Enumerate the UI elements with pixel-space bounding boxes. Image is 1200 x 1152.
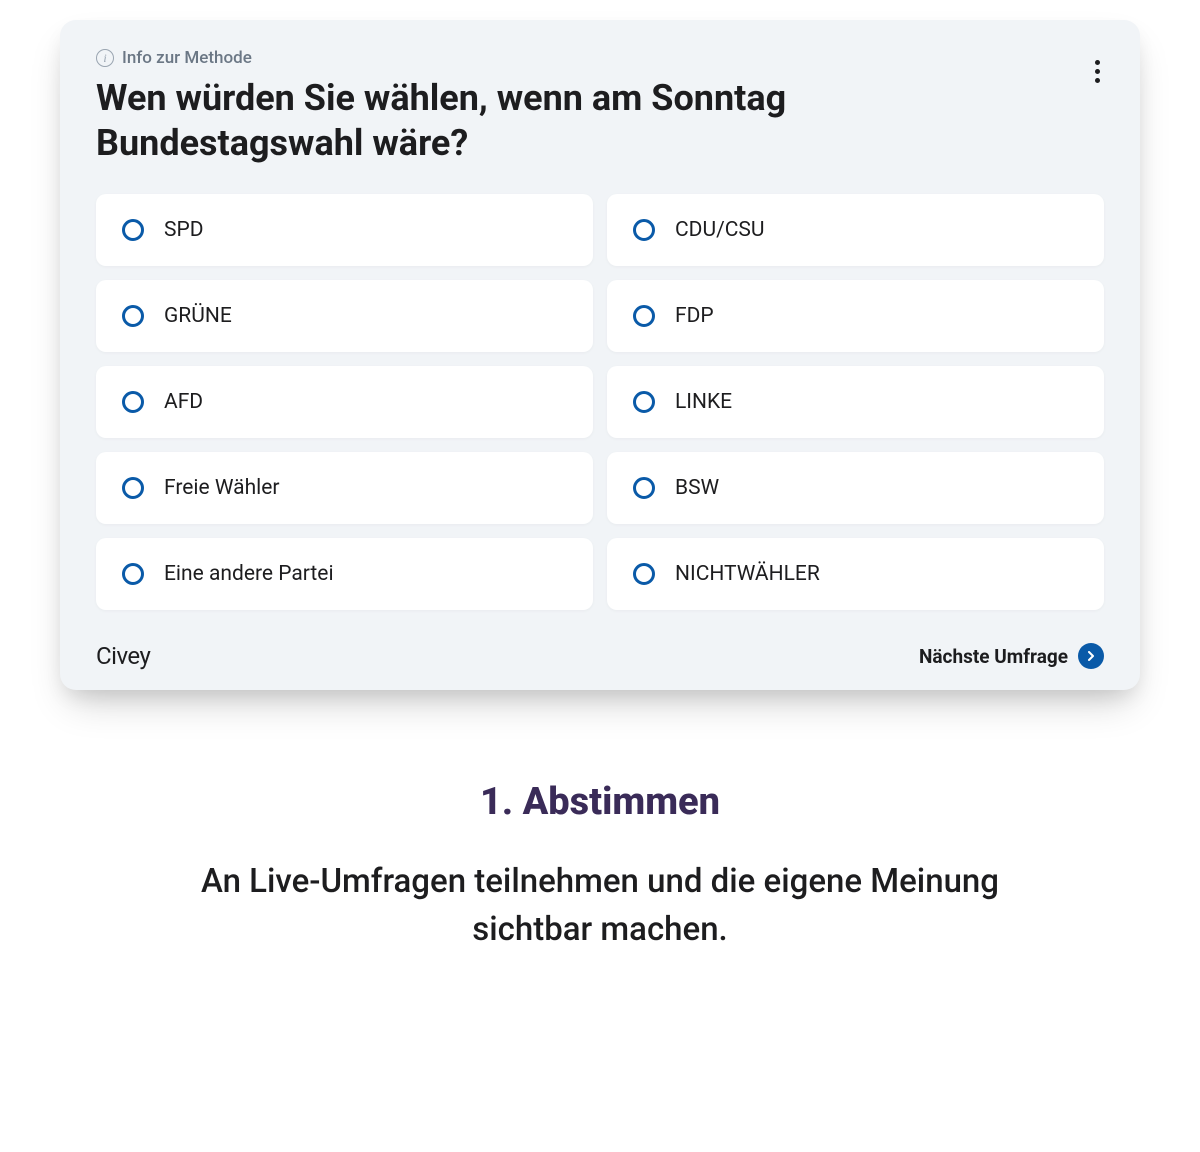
survey-question: Wen würden Sie wählen, wenn am Sonntag B… (96, 76, 1104, 166)
option-cdu-csu[interactable]: CDU/CSU (607, 194, 1104, 266)
brand-logo: Civey (96, 642, 150, 670)
options-grid: SPD CDU/CSU GRÜNE FDP AFD LINKE Freie Wä… (96, 194, 1104, 610)
option-linke[interactable]: LINKE (607, 366, 1104, 438)
option-fdp[interactable]: FDP (607, 280, 1104, 352)
option-bsw[interactable]: BSW (607, 452, 1104, 524)
chevron-right-icon (1078, 643, 1104, 669)
survey-card: i Info zur Methode Wen würden Sie wählen… (60, 20, 1140, 690)
option-label: Eine andere Partei (164, 562, 334, 586)
option-label: LINKE (675, 390, 732, 414)
option-andere-partei[interactable]: Eine andere Partei (96, 538, 593, 610)
radio-icon (633, 305, 655, 327)
radio-icon (122, 391, 144, 413)
card-footer: Civey Nächste Umfrage (96, 634, 1104, 670)
option-label: CDU/CSU (675, 218, 765, 242)
radio-icon (122, 477, 144, 499)
option-label: GRÜNE (164, 304, 232, 328)
option-label: AFD (164, 390, 203, 414)
method-info-link[interactable]: i Info zur Methode (96, 48, 1104, 68)
option-spd[interactable]: SPD (96, 194, 593, 266)
dots-vertical-icon (1095, 60, 1100, 65)
info-label: Info zur Methode (122, 48, 252, 68)
radio-icon (122, 305, 144, 327)
radio-icon (633, 563, 655, 585)
radio-icon (122, 219, 144, 241)
option-label: SPD (164, 218, 204, 242)
radio-icon (633, 391, 655, 413)
info-icon: i (96, 49, 114, 67)
radio-icon (633, 219, 655, 241)
step-heading: 1. Abstimmen (60, 780, 1140, 824)
option-gruene[interactable]: GRÜNE (96, 280, 593, 352)
option-label: FDP (675, 304, 714, 328)
option-freie-waehler[interactable]: Freie Wähler (96, 452, 593, 524)
next-label: Nächste Umfrage (919, 645, 1068, 668)
option-nichtwaehler[interactable]: NICHTWÄHLER (607, 538, 1104, 610)
option-label: BSW (675, 476, 719, 500)
radio-icon (122, 563, 144, 585)
step-description: An Live-Umfragen teilnehmen und die eige… (60, 858, 1140, 954)
radio-icon (633, 477, 655, 499)
option-afd[interactable]: AFD (96, 366, 593, 438)
more-menu-button[interactable] (1082, 56, 1112, 86)
next-survey-link[interactable]: Nächste Umfrage (919, 643, 1104, 669)
option-label: Freie Wähler (164, 476, 280, 500)
option-label: NICHTWÄHLER (675, 562, 820, 586)
